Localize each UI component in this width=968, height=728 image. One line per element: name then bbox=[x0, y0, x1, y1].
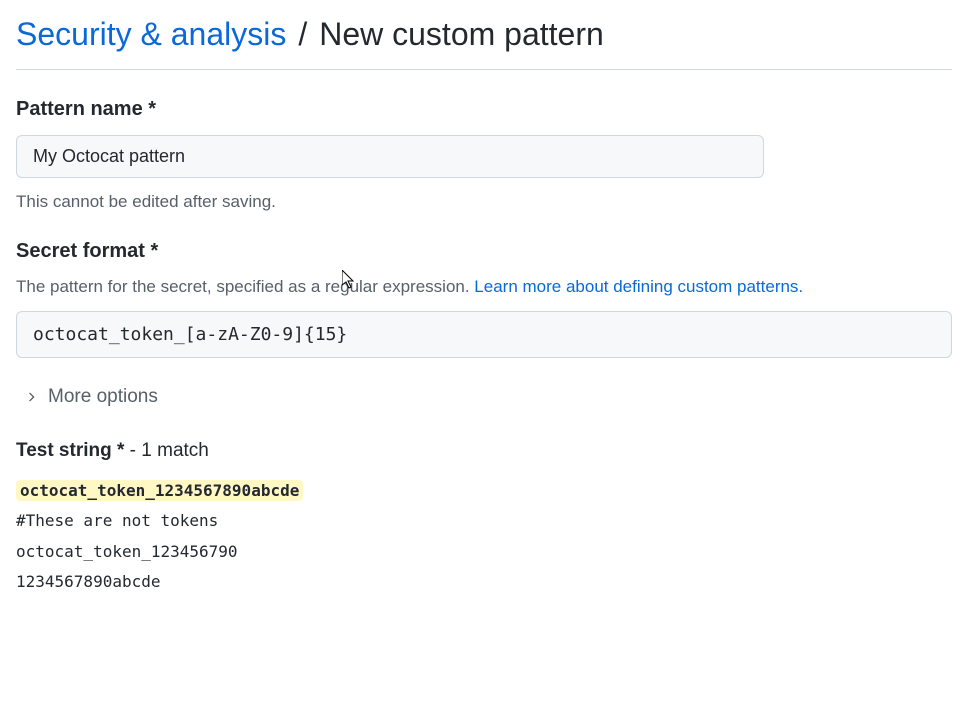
pattern-name-help: This cannot be edited after saving. bbox=[16, 192, 952, 212]
test-string-match-count: - 1 match bbox=[124, 440, 208, 461]
breadcrumb-separator: / bbox=[298, 16, 307, 53]
test-string-line: 1234567890abcde bbox=[16, 567, 952, 597]
test-string-label: Test string * - 1 match bbox=[16, 440, 952, 462]
test-string-group: Test string * - 1 match octocat_token_12… bbox=[16, 440, 952, 598]
more-options-label: More options bbox=[48, 386, 158, 408]
test-string-line: octocat_token_1234567890abcde bbox=[16, 476, 952, 506]
pattern-name-label: Pattern name * bbox=[16, 98, 952, 121]
test-string-area[interactable]: octocat_token_1234567890abcde #These are … bbox=[16, 476, 952, 598]
breadcrumb-current: New custom pattern bbox=[319, 16, 604, 53]
test-string-line: #These are not tokens bbox=[16, 506, 952, 536]
secret-format-description: The pattern for the secret, specified as… bbox=[16, 277, 952, 297]
test-string-line: octocat_token_123456790 bbox=[16, 537, 952, 567]
pattern-name-input[interactable] bbox=[16, 135, 764, 178]
learn-more-link[interactable]: Learn more about defining custom pattern… bbox=[474, 277, 803, 296]
secret-format-input[interactable] bbox=[16, 311, 952, 358]
chevron-right-icon bbox=[24, 390, 38, 404]
secret-format-label: Secret format * bbox=[16, 240, 952, 263]
more-options-toggle[interactable]: More options bbox=[16, 386, 952, 408]
test-string-label-text: Test string * bbox=[16, 440, 124, 461]
matched-token: octocat_token_1234567890abcde bbox=[16, 480, 303, 501]
page-header: Security & analysis / New custom pattern bbox=[16, 16, 952, 70]
breadcrumb-link-security[interactable]: Security & analysis bbox=[16, 16, 286, 53]
secret-format-group: Secret format * The pattern for the secr… bbox=[16, 240, 952, 358]
pattern-name-group: Pattern name * This cannot be edited aft… bbox=[16, 98, 952, 212]
secret-format-description-text: The pattern for the secret, specified as… bbox=[16, 277, 474, 296]
